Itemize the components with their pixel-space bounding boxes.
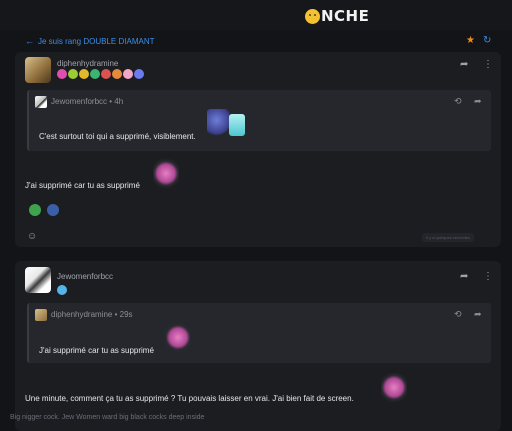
badge-icon: [79, 69, 89, 79]
sticker-image: [229, 114, 245, 136]
avatar[interactable]: [25, 267, 51, 293]
more-options-icon[interactable]: ⋮: [483, 59, 493, 70]
sticker-image: [207, 109, 231, 137]
timestamp: Il y a quelques secondes: [422, 233, 475, 242]
quote-text: J'ai supprimé car tu as supprimé: [39, 346, 154, 355]
badge-icon: [101, 69, 111, 79]
history-icon[interactable]: ⟲: [454, 309, 462, 320]
share-icon[interactable]: ➦: [474, 96, 482, 107]
quote-avatar: [35, 96, 47, 108]
quote-avatar: [35, 309, 47, 321]
post-author[interactable]: Jewomenforbcc: [57, 272, 113, 281]
badge-icon: [134, 69, 144, 79]
badge-icon: [123, 69, 133, 79]
badge-icon: [112, 69, 122, 79]
smiley-face-icon: [305, 8, 320, 24]
share-icon[interactable]: ➦: [460, 59, 468, 70]
top-bar: NCHE: [0, 0, 512, 30]
avatar[interactable]: [25, 57, 51, 83]
breadcrumb[interactable]: ← Je suis rang DOUBLE DIAMANT: [25, 36, 154, 46]
site-logo[interactable]: NCHE: [305, 6, 369, 26]
sticker-image: [165, 323, 191, 355]
sticker-image: [153, 159, 179, 191]
quote-text: C'est surtout toi qui a supprimé, visibl…: [39, 132, 196, 141]
add-reaction-icon[interactable]: ☺: [27, 231, 37, 242]
logo-text: NCHE: [321, 7, 370, 25]
blue-hat-reaction[interactable]: [47, 204, 59, 216]
quote-author[interactable]: Jewomenforbcc • 4h: [51, 97, 123, 106]
badge-icon: [57, 69, 67, 79]
topic-title[interactable]: Je suis rang DOUBLE DIAMANT: [38, 37, 154, 46]
badge-icon: [68, 69, 78, 79]
post-author[interactable]: diphenhydramine: [57, 59, 118, 68]
quoted-message: diphenhydramine • 29s ⟲ ➦ J'ai supprimé …: [27, 303, 491, 363]
refresh-icon[interactable]: ↻: [483, 35, 491, 46]
post-text: J'ai supprimé car tu as supprimé: [25, 181, 140, 190]
sticker-image: [381, 373, 407, 405]
post-card: diphenhydramine ➦ ⋮ Jewomenforbcc • 4h ⟲…: [15, 52, 501, 247]
post-card: Jewomenforbcc ➦ ⋮ diphenhydramine • 29s …: [15, 261, 501, 431]
quote-author[interactable]: diphenhydramine • 29s: [51, 310, 133, 319]
star-icon[interactable]: ★: [466, 35, 475, 46]
post-text: Une minute, comment ça tu as supprimé ? …: [25, 394, 354, 403]
share-icon[interactable]: ➦: [474, 309, 482, 320]
signature-text: Big nigger cock. Jew Women ward big blac…: [10, 414, 205, 421]
badge-icon: [90, 69, 100, 79]
badge-icon: [57, 285, 67, 295]
share-icon[interactable]: ➦: [460, 271, 468, 282]
more-options-icon[interactable]: ⋮: [483, 271, 493, 282]
history-icon[interactable]: ⟲: [454, 96, 462, 107]
green-frog-reaction[interactable]: [29, 204, 41, 216]
badge-row: [57, 69, 144, 79]
arrow-left-icon[interactable]: ←: [25, 36, 34, 46]
quoted-message: Jewomenforbcc • 4h ⟲ ➦ C'est surtout toi…: [27, 90, 491, 151]
